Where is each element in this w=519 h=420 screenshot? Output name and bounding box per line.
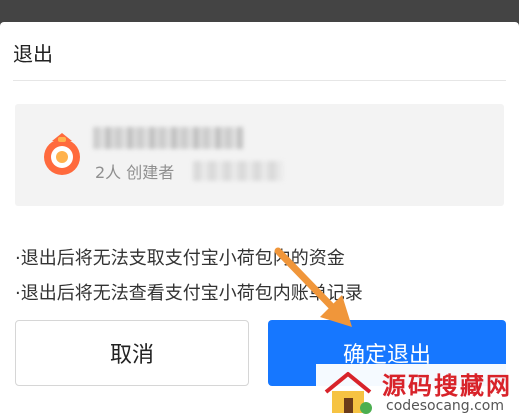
title-divider bbox=[13, 80, 506, 81]
cancel-button[interactable]: 取消 bbox=[15, 320, 249, 386]
exit-dialog: 退出 2人 创建者 ·退出后将无法支取支付宝小荷包内的资金 ·退出后将无法查看支… bbox=[0, 22, 519, 420]
house-logo-icon bbox=[324, 372, 372, 414]
wallet-pouch-icon bbox=[44, 133, 80, 175]
group-name-blurred bbox=[93, 127, 243, 149]
group-members-label: 2人 创建者 bbox=[95, 163, 175, 182]
group-card: 2人 创建者 bbox=[15, 104, 504, 206]
watermark-title: 源码搜藏网 bbox=[382, 372, 512, 400]
creator-name-blurred bbox=[193, 161, 283, 181]
watermark: 源码搜藏网 codesocang.com bbox=[316, 364, 519, 420]
dialog-title: 退出 bbox=[13, 42, 53, 66]
pointer-arrow-icon bbox=[274, 247, 352, 327]
watermark-url: codesocang.com bbox=[386, 398, 505, 414]
